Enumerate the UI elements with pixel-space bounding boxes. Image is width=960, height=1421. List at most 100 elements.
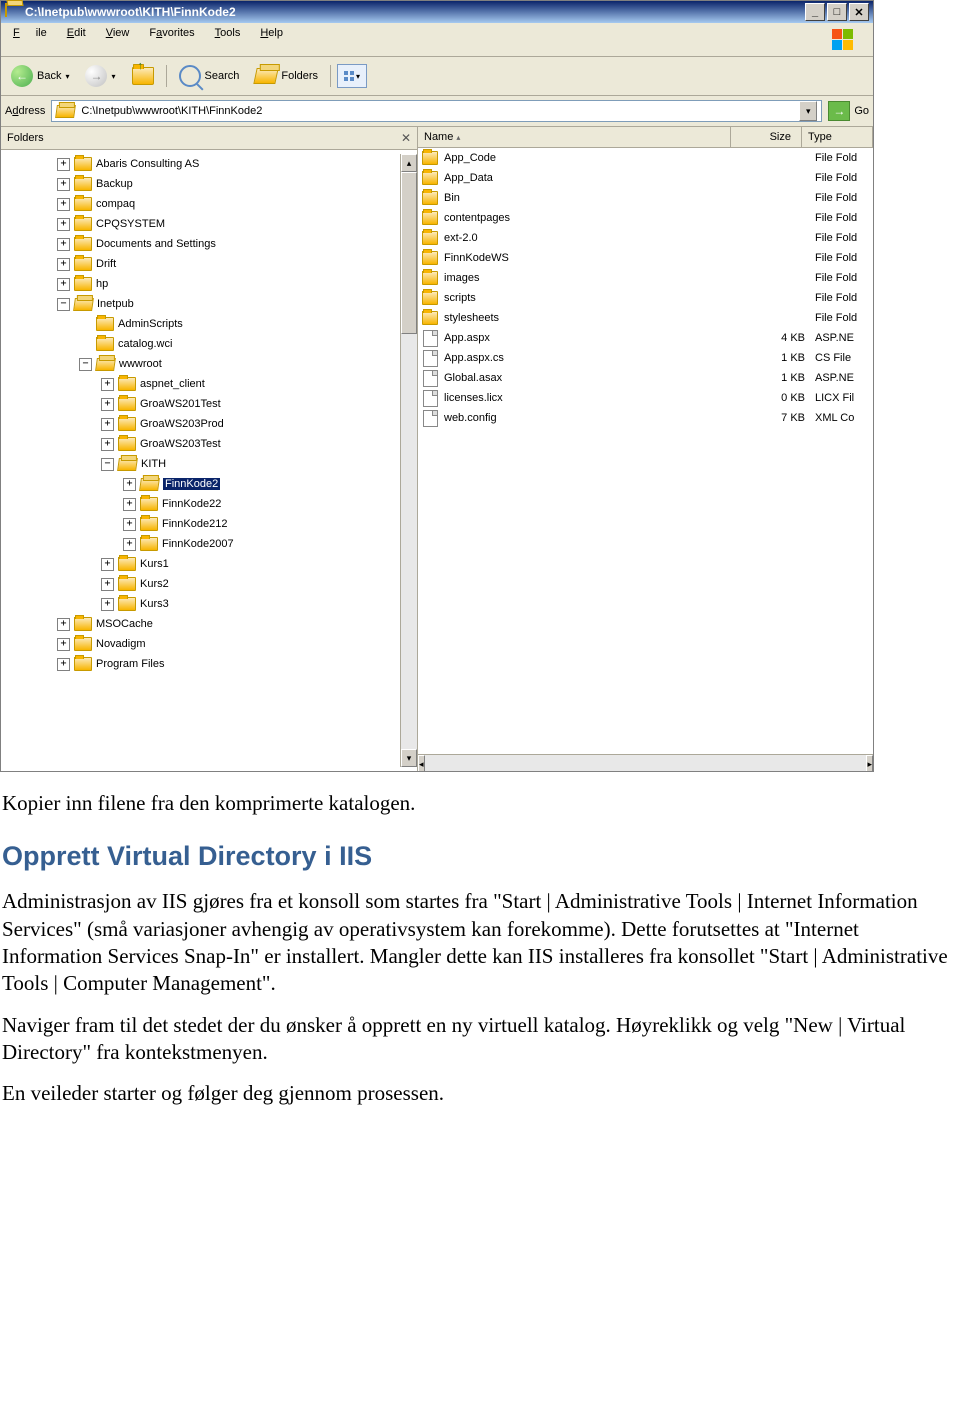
address-field[interactable]: C:\Inetpub\wwwroot\KITH\FinnKode2 ▾ xyxy=(51,100,822,122)
folders-button[interactable]: Folders xyxy=(249,63,324,89)
tree-node[interactable]: +Kurs3 xyxy=(5,594,400,614)
tree-node[interactable]: +FinnKode22 xyxy=(5,494,400,514)
expand-toggle[interactable]: + xyxy=(101,438,114,451)
file-list[interactable]: App_CodeFile FoldApp_DataFile FoldBinFil… xyxy=(418,148,873,754)
file-row[interactable]: web.config7 KBXML Co xyxy=(418,408,873,428)
tree-node[interactable]: +Backup xyxy=(5,174,400,194)
tree-node[interactable]: −wwwroot xyxy=(5,354,400,374)
expand-toggle[interactable]: + xyxy=(101,558,114,571)
back-button[interactable]: ← Back ▾ xyxy=(5,63,75,89)
tree-node[interactable]: +GroaWS201Test xyxy=(5,394,400,414)
tree-node[interactable]: AdminScripts xyxy=(5,314,400,334)
search-button[interactable]: Search xyxy=(173,63,246,89)
file-row[interactable]: scriptsFile Fold xyxy=(418,288,873,308)
dropdown-icon[interactable]: ▾ xyxy=(111,72,115,81)
expand-toggle[interactable]: + xyxy=(123,498,136,511)
tree-node[interactable]: catalog.wci xyxy=(5,334,400,354)
tree-node[interactable]: +Novadigm xyxy=(5,634,400,654)
tree-node[interactable]: +Abaris Consulting AS xyxy=(5,154,400,174)
column-name[interactable]: Name ▴ xyxy=(418,127,731,147)
file-row[interactable]: FinnKodeWSFile Fold xyxy=(418,248,873,268)
address-dropdown[interactable]: ▾ xyxy=(799,101,817,121)
menu-favorites[interactable]: Favorites xyxy=(141,25,202,54)
scroll-track[interactable] xyxy=(401,172,417,749)
go-button[interactable]: → Go xyxy=(828,101,869,121)
folder-tree[interactable]: +Abaris Consulting AS+Backup+compaq+CPQS… xyxy=(5,154,400,767)
tree-node[interactable]: +hp xyxy=(5,274,400,294)
file-icon xyxy=(423,330,438,347)
forward-button[interactable]: → ▾ xyxy=(79,63,121,89)
dropdown-icon[interactable]: ▾ xyxy=(65,72,69,81)
tree-node[interactable]: +compaq xyxy=(5,194,400,214)
tree-node[interactable]: +Program Files xyxy=(5,654,400,674)
tree-node[interactable]: +FinnKode2007 xyxy=(5,534,400,554)
views-button[interactable]: ▾ xyxy=(337,64,367,88)
up-button[interactable]: ↑ xyxy=(126,63,160,89)
menu-file[interactable]: File xyxy=(5,25,55,54)
expand-toggle[interactable]: + xyxy=(57,178,70,191)
file-row[interactable]: imagesFile Fold xyxy=(418,268,873,288)
file-row[interactable]: contentpagesFile Fold xyxy=(418,208,873,228)
file-row[interactable]: ext-2.0File Fold xyxy=(418,228,873,248)
tree-node[interactable]: +Drift xyxy=(5,254,400,274)
menu-help[interactable]: Help xyxy=(252,25,291,54)
file-row[interactable]: stylesheetsFile Fold xyxy=(418,308,873,328)
menu-edit[interactable]: Edit xyxy=(59,25,94,54)
tree-node[interactable]: +GroaWS203Prod xyxy=(5,414,400,434)
menu-view[interactable]: View xyxy=(98,25,138,54)
maximize-button[interactable]: □ xyxy=(827,3,847,21)
horizontal-scrollbar[interactable]: ◂ ▸ xyxy=(418,754,873,771)
expand-toggle[interactable]: + xyxy=(101,378,114,391)
column-type[interactable]: Type xyxy=(802,127,873,147)
expand-toggle[interactable]: + xyxy=(123,478,136,491)
tree-node[interactable]: +FinnKode212 xyxy=(5,514,400,534)
menu-tools[interactable]: Tools xyxy=(207,25,249,54)
minimize-button[interactable]: _ xyxy=(805,3,825,21)
expand-toggle[interactable]: + xyxy=(57,618,70,631)
expand-toggle[interactable]: − xyxy=(57,298,70,311)
file-row[interactable]: App.aspx4 KBASP.NE xyxy=(418,328,873,348)
tree-node[interactable]: +MSOCache xyxy=(5,614,400,634)
scroll-down-icon[interactable]: ▾ xyxy=(401,749,417,767)
tree-node[interactable]: +GroaWS203Test xyxy=(5,434,400,454)
tree-node[interactable]: +aspnet_client xyxy=(5,374,400,394)
tree-node[interactable]: +Kurs2 xyxy=(5,574,400,594)
column-size[interactable]: Size xyxy=(731,127,802,147)
scroll-up-icon[interactable]: ▴ xyxy=(401,154,417,172)
expand-toggle[interactable]: + xyxy=(57,198,70,211)
scroll-right-icon[interactable]: ▸ xyxy=(866,755,873,771)
tree-node[interactable]: −KITH xyxy=(5,454,400,474)
expand-toggle[interactable]: − xyxy=(79,358,92,371)
file-row[interactable]: App_DataFile Fold xyxy=(418,168,873,188)
file-row[interactable]: licenses.licx0 KBLICX Fil xyxy=(418,388,873,408)
expand-toggle[interactable]: + xyxy=(123,538,136,551)
tree-node[interactable]: −Inetpub xyxy=(5,294,400,314)
expand-toggle[interactable]: + xyxy=(57,238,70,251)
expand-toggle[interactable]: + xyxy=(101,398,114,411)
expand-toggle[interactable]: + xyxy=(57,218,70,231)
tree-node[interactable]: +FinnKode2 xyxy=(5,474,400,494)
file-row[interactable]: App.aspx.cs1 KBCS File xyxy=(418,348,873,368)
file-row[interactable]: App_CodeFile Fold xyxy=(418,148,873,168)
expand-toggle[interactable]: + xyxy=(57,158,70,171)
tree-node[interactable]: +CPQSYSTEM xyxy=(5,214,400,234)
expand-toggle[interactable]: + xyxy=(57,258,70,271)
scroll-track[interactable] xyxy=(425,755,867,771)
file-row[interactable]: Global.asax1 KBASP.NE xyxy=(418,368,873,388)
tree-node[interactable]: +Kurs1 xyxy=(5,554,400,574)
scroll-thumb[interactable] xyxy=(401,172,417,334)
file-row[interactable]: BinFile Fold xyxy=(418,188,873,208)
expand-toggle[interactable]: + xyxy=(57,638,70,651)
close-button[interactable]: ✕ xyxy=(849,3,869,21)
expand-toggle[interactable]: − xyxy=(101,458,114,471)
close-pane-icon[interactable]: ✕ xyxy=(401,131,411,145)
expand-toggle[interactable]: + xyxy=(101,578,114,591)
titlebar[interactable]: C:\Inetpub\wwwroot\KITH\FinnKode2 _ □ ✕ xyxy=(1,1,873,23)
expand-toggle[interactable]: + xyxy=(123,518,136,531)
expand-toggle[interactable]: + xyxy=(57,658,70,671)
expand-toggle[interactable]: + xyxy=(101,598,114,611)
expand-toggle[interactable]: + xyxy=(57,278,70,291)
expand-toggle[interactable]: + xyxy=(101,418,114,431)
vertical-scrollbar[interactable]: ▴ ▾ xyxy=(400,154,417,767)
tree-node[interactable]: +Documents and Settings xyxy=(5,234,400,254)
